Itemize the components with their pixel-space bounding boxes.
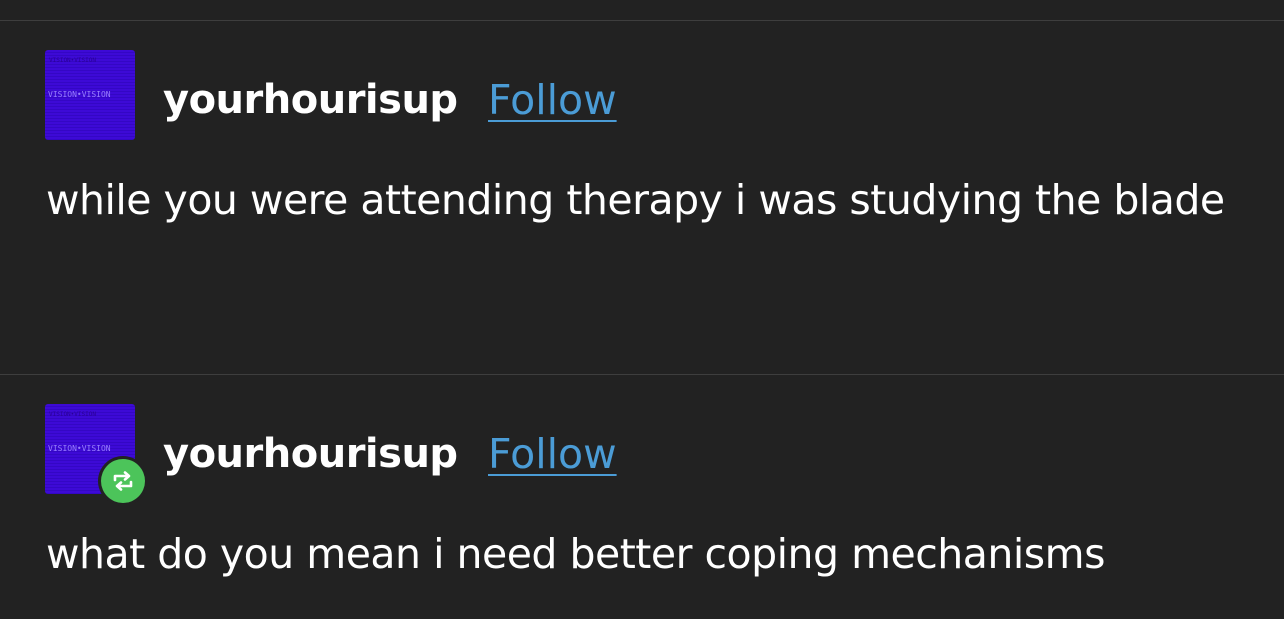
reblog-icon bbox=[113, 471, 133, 491]
follow-button[interactable]: Follow bbox=[488, 430, 617, 478]
reblog-badge-fill bbox=[101, 459, 145, 503]
follow-button[interactable]: Follow bbox=[488, 76, 617, 124]
avatar-top-text: VISION•VISION bbox=[49, 411, 96, 418]
avatar-mid-text: VISION•VISION bbox=[48, 444, 111, 453]
post-text: while you were attending therapy i was s… bbox=[46, 176, 1225, 224]
username[interactable]: yourhourisup bbox=[163, 77, 458, 123]
avatar-mid-text: VISION•VISION bbox=[48, 90, 111, 99]
post-text: what do you mean i need better coping me… bbox=[46, 530, 1105, 578]
username[interactable]: yourhourisup bbox=[163, 431, 458, 477]
avatar[interactable]: VISION•VISION VISION•VISION bbox=[45, 50, 135, 140]
top-divider bbox=[0, 20, 1284, 21]
post-divider bbox=[0, 374, 1284, 375]
avatar-top-text: VISION•VISION bbox=[49, 57, 96, 64]
reblog-badge bbox=[98, 456, 148, 506]
